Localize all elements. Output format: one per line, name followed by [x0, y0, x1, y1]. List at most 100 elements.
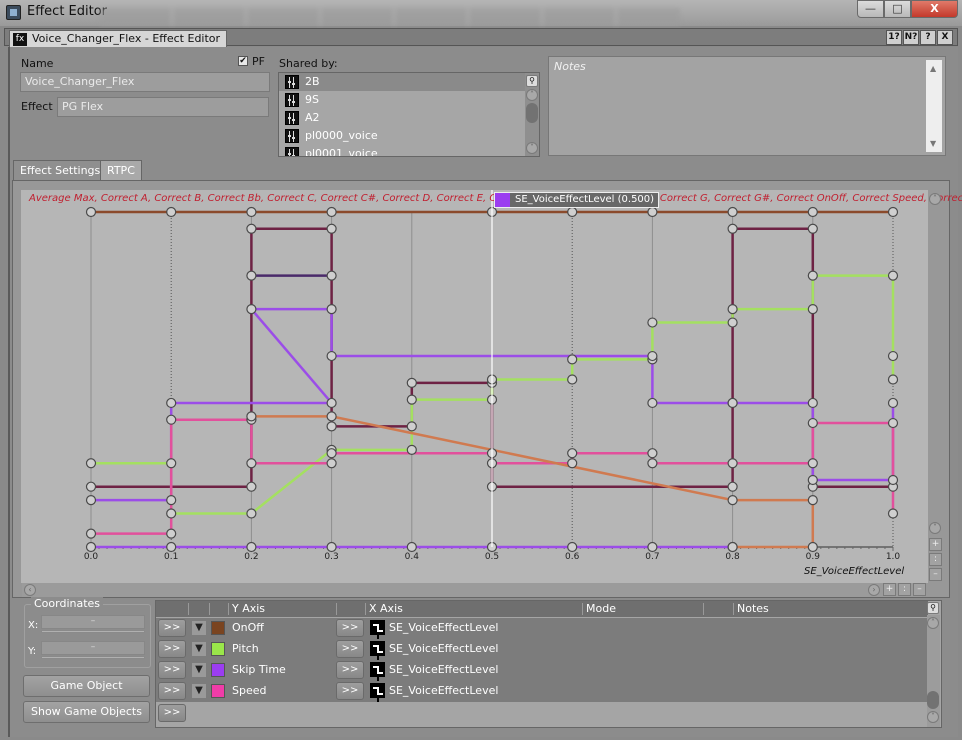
pin-icon[interactable]: ▼ [192, 621, 206, 635]
curve-color-swatch[interactable] [211, 621, 225, 635]
scroll-left-icon[interactable]: ‹ [24, 584, 36, 596]
add-rtpc-button[interactable]: >> [158, 704, 186, 722]
curve-color-swatch[interactable] [211, 642, 225, 656]
rtpc-graph[interactable]: 0.0 0.1 0.2 0.3 0.4 0.5 0.6 0.7 0.8 0.9 1.0 Averag… [21, 190, 962, 583]
expand-y-button[interactable]: >> [158, 661, 186, 679]
curve-color-swatch[interactable] [211, 663, 225, 677]
game-object-explorer-button[interactable]: Game Object Explorer... [23, 675, 150, 712]
graph-scroll-up-icon[interactable]: ˄ [929, 193, 941, 205]
control-point [326, 421, 337, 432]
expand-x-button[interactable]: >> [336, 682, 364, 700]
rtpc-graph-canvas[interactable]: 0.0 0.1 0.2 0.3 0.4 0.5 0.6 0.7 0.8 0.9 1.0 [21, 190, 928, 583]
minimize-button[interactable]: — [857, 0, 884, 18]
list-item[interactable]: 2B [279, 73, 539, 91]
y-coordinate-input[interactable]: – [41, 641, 145, 655]
x-tick-label: 0.3 [324, 552, 338, 562]
pin-icon[interactable]: ▼ [192, 642, 206, 656]
scroll-down-icon[interactable]: ˅ [526, 142, 538, 154]
graph-horizontal-scrollbar[interactable]: ‹ › + : – [22, 583, 926, 597]
control-point [406, 421, 417, 432]
expand-x-button[interactable]: >> [336, 640, 364, 658]
zoom-in-y-button[interactable]: + [929, 538, 942, 551]
scroll-down-icon[interactable]: ˅ [927, 711, 939, 723]
tab-effect-settings[interactable]: Effect Settings [13, 160, 108, 180]
pf-label: PF [252, 55, 265, 68]
column-mode[interactable]: Mode [586, 602, 616, 615]
list-item[interactable]: pl0001_voice [279, 145, 539, 156]
title-bar: Effect Editor — □ X [0, 0, 962, 26]
scroll-up-icon[interactable]: ˄ [927, 617, 939, 629]
zoom-in-x-button[interactable]: + [883, 583, 896, 596]
control-point [887, 350, 899, 362]
tab-rtpc[interactable]: RTPC [100, 160, 142, 180]
graph-scroll-down-icon[interactable]: ˅ [929, 522, 941, 534]
pin-right-icon[interactable]: N? [903, 30, 919, 45]
control-point [727, 206, 738, 218]
control-point [326, 397, 337, 409]
column-x-axis[interactable]: X Axis [369, 602, 403, 615]
document-tab[interactable]: fx Voice_Changer_Flex - Effect Editor [9, 30, 228, 48]
y-coordinate-label: Y: [28, 646, 37, 657]
table-row[interactable]: >> ▼ OnOff >> SE_VoiceEffectLevel [156, 618, 928, 639]
list-item[interactable]: pl0000_voice [279, 127, 539, 145]
x-coordinate-slider[interactable] [41, 630, 145, 633]
control-point [246, 508, 257, 519]
expand-x-button[interactable]: >> [336, 661, 364, 679]
zoom-fit-x-button[interactable]: : [898, 583, 911, 596]
notes-field[interactable]: Notes ▲ ▼ [548, 56, 946, 156]
table-row[interactable]: >> ▼ Skip Time >> SE_VoiceEffectLevel [156, 660, 928, 681]
table-row[interactable]: >> ▼ Pitch >> SE_VoiceEffectLevel [156, 639, 928, 660]
notes-scrollbar[interactable]: ▲ ▼ [926, 60, 942, 152]
list-item[interactable]: A2 [279, 109, 539, 127]
x-coordinate-input[interactable]: – [41, 615, 145, 629]
tooltip-text: SE_VoiceEffectLevel (0.500) [515, 194, 655, 205]
control-point [807, 474, 818, 486]
app-icon [6, 5, 21, 20]
table-search-icon[interactable]: ⚲ [927, 602, 939, 614]
table-scrollbar[interactable]: ⚲ ˄ ˅ [927, 602, 940, 727]
maximize-button[interactable]: □ [884, 0, 911, 18]
zoom-out-x-button[interactable]: – [913, 583, 926, 596]
table-row[interactable]: >> ▼ Speed >> SE_VoiceEffectLevel [156, 681, 928, 702]
pin-icon[interactable]: ▼ [192, 684, 206, 698]
expand-x-button[interactable]: >> [336, 619, 364, 637]
control-point [85, 206, 97, 218]
scroll-thumb[interactable] [526, 103, 538, 123]
help-icon[interactable]: ? [920, 30, 936, 45]
scroll-up-icon[interactable]: ▲ [930, 64, 936, 73]
pin-icon[interactable]: ▼ [192, 663, 206, 677]
search-icon[interactable]: ⚲ [526, 75, 538, 87]
zoom-fit-y-button[interactable]: : [929, 553, 942, 566]
control-point [406, 394, 417, 405]
pf-checkbox[interactable]: ✔ [238, 56, 248, 66]
scroll-right-icon[interactable]: › [868, 584, 880, 596]
control-point [727, 304, 738, 315]
control-point [727, 223, 738, 234]
shared-list-scrollbar[interactable]: ⚲ ˄ ˅ [525, 73, 539, 156]
show-game-objects-button[interactable]: Show Game Objects [23, 701, 150, 723]
pin-left-icon[interactable]: 1? [886, 30, 902, 45]
expand-y-button[interactable]: >> [158, 682, 186, 700]
effect-input[interactable]: PG Flex [57, 97, 269, 117]
control-point [246, 223, 257, 234]
control-point [647, 397, 658, 409]
name-input[interactable]: Voice_Changer_Flex [20, 72, 270, 92]
control-point [887, 474, 899, 486]
scroll-down-icon[interactable]: ▼ [930, 139, 936, 148]
y-coordinate-slider[interactable] [41, 656, 145, 659]
control-point [246, 458, 257, 469]
curve-color-swatch[interactable] [211, 684, 225, 698]
scroll-up-icon[interactable]: ˄ [526, 89, 538, 101]
list-item[interactable]: 9S [279, 91, 539, 109]
scroll-thumb[interactable] [927, 691, 939, 709]
zoom-out-y-button[interactable]: – [929, 568, 942, 581]
expand-y-button[interactable]: >> [158, 619, 186, 637]
control-point [727, 495, 738, 506]
close-window-button[interactable]: X [911, 0, 958, 18]
x-tick-label: 1.0 [886, 552, 901, 562]
expand-y-button[interactable]: >> [158, 640, 186, 658]
column-notes[interactable]: Notes [737, 602, 769, 615]
close-icon[interactable]: X [937, 30, 953, 45]
control-point [166, 508, 177, 519]
column-y-axis[interactable]: Y Axis [232, 602, 265, 615]
